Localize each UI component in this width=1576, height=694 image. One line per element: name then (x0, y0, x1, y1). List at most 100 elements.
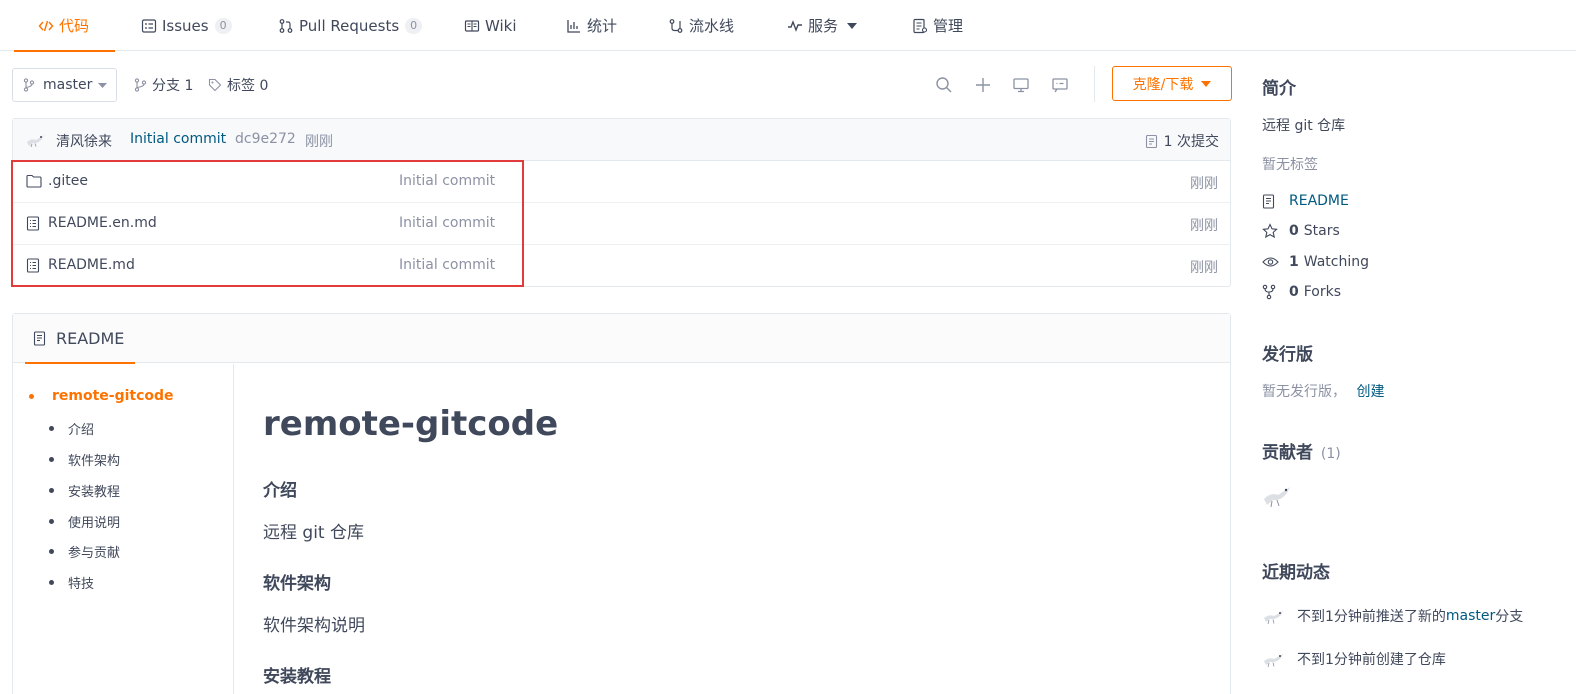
branch-name: master (43, 77, 93, 93)
section-heading: 介绍 (263, 481, 297, 501)
review-icon[interactable] (1049, 74, 1071, 96)
release-heading: 发行版 (1262, 345, 1313, 365)
toc-item[interactable]: 软件架构 (49, 450, 120, 469)
watching-count: 1 (1289, 254, 1299, 270)
branches-link[interactable]: 分支 1 (134, 68, 193, 102)
readme-icon (33, 331, 46, 346)
tab-wiki[interactable]: Wiki (464, 0, 517, 51)
branch-icon (23, 78, 35, 92)
toc-label: 安装教程 (68, 485, 121, 500)
activity-item: 不到1分钟前推送了新的 master 分支 (1262, 606, 1523, 626)
file-name[interactable]: .gitee (48, 173, 88, 189)
tab-manage[interactable]: 管理 (912, 0, 963, 51)
tab-label: 代码 (59, 17, 90, 35)
latest-commit-bar: 清风徐来 Initial commit dc9e272 刚刚 1 次提交 (13, 119, 1230, 161)
tab-label: 管理 (933, 17, 964, 35)
tab-code[interactable]: 代码 (13, 0, 116, 52)
repo-description: 远程 git 仓库 (1262, 118, 1346, 134)
stars-link[interactable]: 0 Stars (1262, 223, 1340, 239)
toc-item[interactable]: 参与贡献 (49, 542, 120, 561)
bullet-icon (49, 488, 54, 493)
branch-selector[interactable]: master (12, 68, 117, 102)
contributors-heading: 贡献者 (1) (1262, 438, 1341, 463)
toc-label: 介绍 (68, 423, 95, 438)
file-commit-message[interactable]: Initial commit (399, 173, 495, 189)
tags-link[interactable]: 标签 0 (208, 68, 268, 102)
activity-text: 不到1分钟前推送了新的 (1297, 609, 1446, 625)
add-file-icon[interactable] (972, 74, 994, 96)
file-icon (26, 216, 40, 231)
section-text: 软件架构说明 (263, 616, 365, 636)
bullet-icon (49, 426, 54, 431)
avatar[interactable] (1262, 650, 1286, 668)
contributors-count: (1) (1320, 446, 1341, 462)
file-row[interactable]: README.en.md Initial commit 刚刚 (13, 203, 1230, 245)
forks-link[interactable]: 0 Forks (1262, 284, 1341, 300)
tab-readme[interactable]: README (25, 314, 135, 364)
avatar[interactable] (1262, 607, 1286, 625)
repo-nav: 代码 Issues 0 Pull Requests 0 Wiki 统计 流水线 (0, 0, 1576, 52)
star-icon (1262, 223, 1280, 239)
readme-icon (1262, 193, 1280, 209)
toolbar-divider (1094, 66, 1095, 102)
tab-pull-requests[interactable]: Pull Requests 0 (278, 0, 423, 51)
watching-label: Watching (1303, 254, 1369, 270)
section-text: 远程 git 仓库 (263, 523, 364, 543)
file-name[interactable]: README.en.md (48, 215, 157, 231)
tab-label: Issues (162, 16, 209, 35)
pull-request-icon (278, 18, 294, 34)
file-row[interactable]: .gitee Initial commit 刚刚 (13, 161, 1230, 203)
avatar[interactable] (25, 132, 47, 148)
file-commit-message[interactable]: Initial commit (399, 257, 495, 273)
tab-stats[interactable]: 统计 (566, 0, 617, 51)
readme-link[interactable]: README (1262, 193, 1349, 209)
toc-item[interactable]: 特技 (49, 573, 94, 592)
toc-item[interactable]: 使用说明 (49, 512, 120, 531)
tab-issues[interactable]: Issues 0 (141, 0, 232, 51)
toc-item-root[interactable]: remote-gitcode (29, 388, 174, 404)
file-time: 刚刚 (1190, 260, 1218, 276)
service-icon (787, 18, 803, 34)
create-release-link[interactable]: 创建 (1356, 384, 1384, 400)
clone-download-button[interactable]: 克隆/下载 (1112, 66, 1232, 101)
commit-count-label: 1 次提交 (1163, 134, 1219, 150)
toc-item[interactable]: 安装教程 (49, 481, 120, 500)
tab-label: 服务 (808, 17, 839, 35)
release-info: 暂无发行版， 创建 (1262, 381, 1384, 401)
commit-author[interactable]: 清风徐来 (56, 131, 112, 151)
file-row[interactable]: README.md Initial commit 刚刚 (13, 245, 1230, 287)
bullet-icon (49, 519, 54, 524)
readme-tab-label: README (56, 329, 125, 348)
code-icon (38, 18, 54, 34)
file-icon (26, 258, 40, 273)
forks-label: Forks (1303, 284, 1342, 300)
stats-icon (566, 18, 582, 34)
activity-branch-link[interactable]: master (1446, 608, 1495, 624)
search-icon[interactable] (933, 74, 955, 96)
tab-pipeline[interactable]: 流水线 (668, 0, 734, 51)
commits-icon (1145, 134, 1158, 149)
fork-icon (1262, 284, 1280, 300)
file-commit-message[interactable]: Initial commit (399, 215, 495, 231)
commit-message[interactable]: Initial commit (130, 131, 226, 147)
tab-label: Pull Requests (299, 16, 400, 35)
no-release-text: 暂无发行版， (1262, 384, 1346, 400)
web-ide-icon[interactable] (1010, 74, 1032, 96)
activity-text: 不到1分钟前创建了仓库 (1297, 652, 1446, 668)
toc-item[interactable]: 介绍 (49, 419, 94, 438)
commit-sha[interactable]: dc9e272 (235, 131, 296, 147)
tab-service[interactable]: 服务 (787, 0, 858, 51)
commit-count-link[interactable]: 1 次提交 (1145, 131, 1219, 151)
file-name[interactable]: README.md (48, 257, 135, 273)
intro-heading: 简介 (1262, 79, 1296, 99)
watching-link[interactable]: 1 Watching (1262, 254, 1369, 270)
tab-label: 流水线 (689, 17, 735, 35)
stars-count: 0 (1289, 223, 1299, 239)
contributor-avatar[interactable] (1262, 481, 1294, 511)
bullet-icon (49, 457, 54, 462)
tags-label: 标签 0 (227, 78, 269, 94)
eye-icon (1262, 256, 1280, 268)
readme-title: remote-gitcode (263, 404, 559, 444)
toc-label: 参与贡献 (68, 546, 121, 561)
count-badge: 0 (214, 17, 232, 34)
